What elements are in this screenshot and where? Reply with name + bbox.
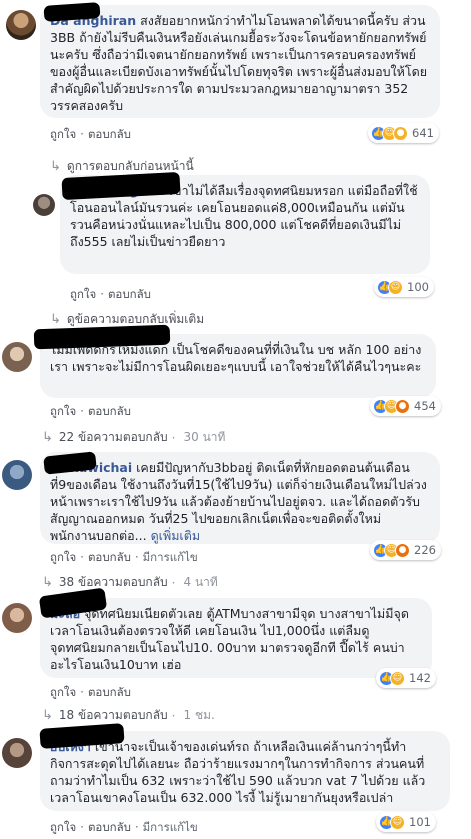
- comment-actions: ถูกใจ · ตอบกลับ: [50, 685, 131, 699]
- wow-reaction-icon: ●: [393, 125, 408, 141]
- angry-reaction-icon: ●: [395, 542, 410, 558]
- view-replies-link[interactable]: ↳ 18 ข้อความตอบกลับ · 1 ชม.: [42, 706, 215, 725]
- avatar[interactable]: [2, 738, 32, 768]
- reaction-summary[interactable]: 👍 ☺ ● 641: [368, 123, 439, 143]
- comment-actions: ถูกใจ · ตอบกลับ · มีการแก้ไข: [50, 550, 198, 564]
- angry-reaction-icon: ●: [395, 398, 410, 414]
- comment-bubble: Da anghiran สงสัยอยากหนักว่าทำไมโอนพลาดไ…: [40, 5, 440, 118]
- reaction-count: 142: [409, 671, 431, 685]
- comment-text: เขาน่าจะเป็นเจ้าของเด่นท์รถ ถ้าเหลือเงิน…: [50, 739, 426, 805]
- reply-link[interactable]: ตอบกลับ: [108, 287, 151, 301]
- comment-bubble: th Rawichai เคยมีปัญหากับ3bbอยู่ ติดเน็ต…: [40, 452, 440, 544]
- reply-arrow-icon: ↳: [42, 708, 53, 723]
- reaction-count: 101: [409, 815, 431, 829]
- reply-arrow-icon: ↳: [50, 312, 61, 327]
- reaction-count: 100: [407, 280, 429, 294]
- like-link[interactable]: ถูกใจ: [70, 287, 96, 301]
- edited-label[interactable]: มีการแก้ไข: [143, 550, 198, 564]
- comment-actions: ถูกใจ · ตอบกลับ: [50, 127, 131, 141]
- edited-label[interactable]: มีการแก้ไข: [143, 820, 198, 834]
- reaction-count: 454: [414, 399, 436, 413]
- avatar[interactable]: [2, 460, 32, 490]
- reply-arrow-icon: ↳: [42, 430, 53, 445]
- reply-arrow-icon: ↳: [50, 159, 61, 174]
- reaction-summary[interactable]: 👍 ☺ ● 454: [370, 396, 441, 416]
- reply-link[interactable]: ตอบกลับ: [88, 685, 131, 699]
- reaction-count: 641: [412, 126, 434, 140]
- reply-arrow-icon: ↳: [42, 575, 53, 590]
- haha-reaction-icon: ☺: [388, 279, 403, 295]
- reaction-summary[interactable]: 👍 ☺ ● 226: [370, 540, 441, 560]
- comment-actions: ถูกใจ · ตอบกลับ: [70, 287, 151, 301]
- avatar[interactable]: [6, 10, 36, 40]
- comment-actions: ถูกใจ · ตอบกลับ: [50, 404, 131, 418]
- reply-link[interactable]: ตอบกลับ: [88, 550, 131, 564]
- haha-reaction-icon: ☺: [390, 670, 405, 686]
- view-replies-link[interactable]: ↳ 22 ข้อความตอบกลับ · 30 นาที: [42, 428, 225, 447]
- like-link[interactable]: ถูกใจ: [50, 404, 76, 418]
- comment-text: สงสัยอยากหนักว่าทำไมโอนพลาดได้ขนาดนี้ครั…: [50, 13, 428, 113]
- reaction-summary[interactable]: 👍 ☺ 101: [376, 812, 436, 832]
- reply-link[interactable]: ตอบกลับ: [88, 404, 131, 418]
- haha-reaction-icon: ☺: [390, 814, 405, 830]
- see-more-link[interactable]: ดูเพิ่มเติม: [151, 528, 201, 543]
- like-link[interactable]: ถูกใจ: [50, 685, 76, 699]
- avatar[interactable]: [33, 194, 55, 216]
- reply-link[interactable]: ตอบกลับ: [88, 127, 131, 141]
- like-link[interactable]: ถูกใจ: [50, 127, 76, 141]
- avatar[interactable]: [2, 603, 32, 633]
- like-link[interactable]: ถูกใจ: [50, 820, 76, 834]
- reply-link[interactable]: ตอบกลับ: [88, 820, 131, 834]
- reaction-count: 226: [414, 543, 436, 557]
- reaction-summary[interactable]: 👍 ☺ 142: [376, 668, 436, 688]
- avatar[interactable]: [2, 342, 32, 372]
- view-replies-link[interactable]: ↳ 38 ข้อความตอบกลับ · 4 นาที: [42, 573, 218, 592]
- like-link[interactable]: ถูกใจ: [50, 550, 76, 564]
- comment-actions: ถูกใจ · ตอบกลับ · มีการแก้ไข: [50, 820, 198, 834]
- reaction-summary[interactable]: 👍 ☺ 100: [374, 277, 434, 297]
- comment-text: จุดทศนิยมเนียดตัวเลย ตู้ATMบางสาขามีจุด …: [50, 606, 409, 672]
